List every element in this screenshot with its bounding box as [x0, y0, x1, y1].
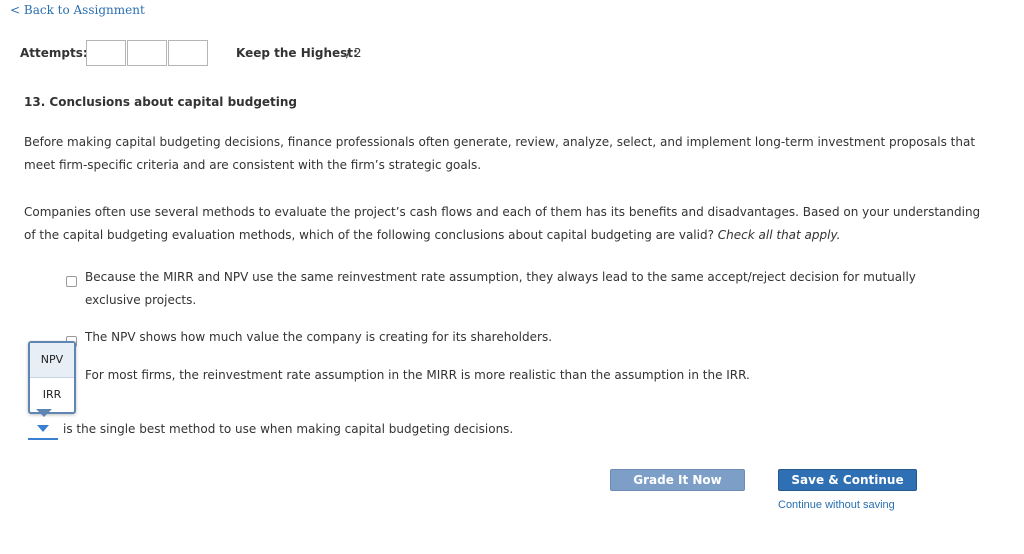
option-3-label[interactable]: For most firms, the reinvestment rate as…	[85, 364, 945, 387]
option-2-label[interactable]: The NPV shows how much value the company…	[85, 326, 945, 349]
attempts-label: Attempts:	[20, 46, 88, 60]
question-title: 13. Conclusions about capital budgeting	[24, 95, 298, 109]
dropdown-pointer	[36, 409, 52, 417]
attempt-box-1	[86, 40, 126, 66]
attempt-box-3	[168, 40, 208, 66]
dropdown-option-npv[interactable]: NPV	[30, 343, 74, 378]
dropdown-option-irr[interactable]: IRR	[30, 378, 74, 412]
method-dropdown[interactable]	[28, 420, 58, 440]
method-dropdown-menu: NPV IRR	[28, 341, 76, 414]
grade-it-now-button[interactable]: Grade It Now	[610, 469, 745, 491]
save-and-continue-button[interactable]: Save & Continue	[778, 469, 917, 491]
question-intro: Before making capital budgeting decision…	[24, 135, 976, 172]
question-prompt: Companies often use several methods to e…	[24, 201, 984, 247]
back-to-assignment-link[interactable]: < Back to Assignment	[10, 3, 145, 17]
option-1-checkbox[interactable]	[66, 276, 77, 287]
dropdown-statement: is the single best method to use when ma…	[63, 422, 514, 436]
continue-without-saving-link[interactable]: Continue without saving	[778, 499, 895, 511]
keep-highest-value: / 2	[346, 46, 362, 60]
attempt-box-2	[127, 40, 167, 66]
question-prompt-hint: Check all that apply.	[717, 228, 841, 242]
option-1-label[interactable]: Because the MIRR and NPV use the same re…	[85, 266, 945, 312]
chevron-down-icon	[37, 425, 49, 432]
attempt-boxes	[86, 40, 209, 66]
keep-highest-label: Keep the Highest:	[236, 46, 358, 60]
